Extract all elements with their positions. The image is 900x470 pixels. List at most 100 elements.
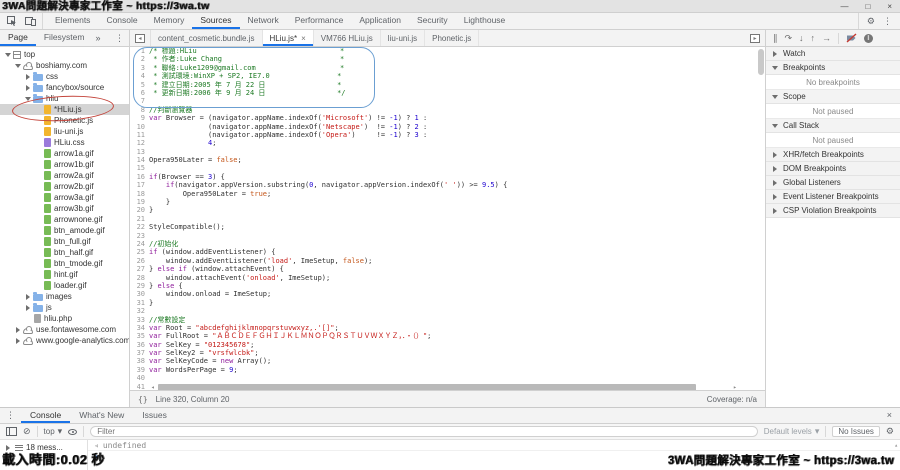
tree-item-arrow2a-gif[interactable]: arrow2a.gif bbox=[0, 170, 129, 181]
devtools-tab-lighthouse[interactable]: Lighthouse bbox=[456, 13, 514, 29]
tree-item-phonetic-js[interactable]: Phonetic.js bbox=[0, 115, 129, 126]
navigator-menu-icon[interactable]: ⋮ bbox=[110, 30, 129, 46]
devtools-tab-application[interactable]: Application bbox=[351, 13, 409, 29]
devtools-tab-performance[interactable]: Performance bbox=[287, 13, 352, 29]
expander-icon[interactable] bbox=[24, 97, 32, 101]
close-tab-icon[interactable]: × bbox=[301, 34, 306, 43]
tree-item-hliu-js[interactable]: *HLiu.js bbox=[0, 104, 129, 115]
expander-icon[interactable] bbox=[14, 338, 22, 344]
tree-item-use-fontawesome-com[interactable]: use.fontawesome.com bbox=[0, 324, 129, 335]
drawer-menu-icon[interactable]: ⋮ bbox=[0, 408, 21, 423]
line-number[interactable]: 39 bbox=[130, 366, 149, 374]
line-number[interactable]: 13 bbox=[130, 148, 149, 156]
debugger-section-csp-violation-breakpoints[interactable]: CSP Violation Breakpoints bbox=[766, 204, 900, 218]
step-into-icon[interactable]: ↓ bbox=[799, 34, 804, 43]
tree-item-www-google-analytics-com[interactable]: www.google-analytics.com bbox=[0, 335, 129, 346]
line-number[interactable]: 8 bbox=[130, 106, 149, 114]
line-number[interactable]: 19 bbox=[130, 198, 149, 206]
line-number[interactable]: 37 bbox=[130, 349, 149, 357]
expander-icon[interactable] bbox=[4, 53, 12, 57]
expander-icon[interactable] bbox=[4, 445, 12, 451]
expander-icon[interactable] bbox=[14, 327, 22, 333]
line-number[interactable]: 20 bbox=[130, 206, 149, 214]
tree-item-btn-amode-gif[interactable]: btn_amode.gif bbox=[0, 225, 129, 236]
debugger-section-breakpoints[interactable]: Breakpoints bbox=[766, 61, 900, 75]
console-filter-input[interactable] bbox=[90, 426, 758, 437]
line-number[interactable]: 31 bbox=[130, 299, 149, 307]
close-icon[interactable]: × bbox=[887, 0, 892, 13]
devtools-tab-security[interactable]: Security bbox=[409, 13, 456, 29]
line-number[interactable]: 15 bbox=[130, 164, 149, 172]
console-scroll-up-icon[interactable]: ▴ bbox=[894, 442, 898, 449]
drawer-tab-console[interactable]: Console bbox=[21, 408, 70, 423]
line-number[interactable]: 38 bbox=[130, 357, 149, 365]
line-number[interactable]: 21 bbox=[130, 215, 149, 223]
tree-item-arrow1b-gif[interactable]: arrow1b.gif bbox=[0, 159, 129, 170]
tree-item-arrow1a-gif[interactable]: arrow1a.gif bbox=[0, 148, 129, 159]
debugger-section-dom-breakpoints[interactable]: DOM Breakpoints bbox=[766, 162, 900, 176]
tree-item-images[interactable]: images bbox=[0, 291, 129, 302]
tree-item-fancybox-source[interactable]: fancybox/source bbox=[0, 82, 129, 93]
minimize-icon[interactable]: — bbox=[840, 0, 848, 13]
console-prompt-row[interactable]: › bbox=[88, 451, 900, 462]
live-expression-eye-icon[interactable] bbox=[68, 429, 77, 435]
line-number[interactable]: 11 bbox=[130, 131, 149, 139]
expander-icon[interactable] bbox=[24, 305, 32, 311]
editor-tab-hliu-js[interactable]: HLiu.js*× bbox=[263, 30, 314, 46]
pause-script-icon[interactable]: ∥ bbox=[773, 34, 778, 43]
line-number[interactable]: 40 bbox=[130, 374, 149, 382]
maximize-icon[interactable]: □ bbox=[865, 0, 870, 13]
devtools-tab-sources[interactable]: Sources bbox=[192, 13, 239, 29]
clear-console-icon[interactable]: ⊘ bbox=[23, 427, 31, 436]
tree-item-btn-tmode-gif[interactable]: btn_tmode.gif bbox=[0, 258, 129, 269]
line-number[interactable]: 1 bbox=[130, 47, 149, 55]
console-settings-gear-icon[interactable]: ⚙ bbox=[886, 427, 894, 436]
line-number[interactable]: 25 bbox=[130, 248, 149, 256]
tree-item-liu-uni-js[interactable]: liu-uni.js bbox=[0, 126, 129, 137]
line-number[interactable]: 34 bbox=[130, 324, 149, 332]
line-number[interactable]: 26 bbox=[130, 257, 149, 265]
devtools-tab-memory[interactable]: Memory bbox=[146, 13, 193, 29]
tree-item-top[interactable]: top bbox=[0, 49, 129, 60]
scroll-left-icon[interactable]: ◂ bbox=[151, 383, 155, 390]
devtools-menu-icon[interactable]: ⋮ bbox=[883, 17, 892, 26]
horizontal-scroll-thumb[interactable] bbox=[158, 384, 697, 390]
line-number[interactable]: 22 bbox=[130, 223, 149, 231]
code-editor[interactable]: 1/* 標題:HLiu *2 * 作者:Luke Chang *3 * 聯絡:L… bbox=[130, 47, 765, 390]
tree-item-arrow3b-gif[interactable]: arrow3b.gif bbox=[0, 203, 129, 214]
debugger-section-scope[interactable]: Scope bbox=[766, 90, 900, 104]
navigator-tab-page[interactable]: Page bbox=[0, 30, 36, 46]
devtools-tab-console[interactable]: Console bbox=[98, 13, 145, 29]
devtools-tab-elements[interactable]: Elements bbox=[47, 13, 98, 29]
line-number[interactable]: 18 bbox=[130, 190, 149, 198]
tree-item-btn-full-gif[interactable]: btn_full.gif bbox=[0, 236, 129, 247]
line-number[interactable]: 28 bbox=[130, 274, 149, 282]
expander-icon[interactable] bbox=[24, 294, 32, 300]
vertical-scroll-thumb[interactable] bbox=[758, 49, 764, 75]
toggle-navigator-icon[interactable]: ◂ bbox=[130, 30, 151, 46]
debugger-section-watch[interactable]: Watch bbox=[766, 47, 900, 61]
tree-item-btn-half-gif[interactable]: btn_half.gif bbox=[0, 247, 129, 258]
navigator-tab-filesystem[interactable]: Filesystem bbox=[36, 30, 93, 46]
horizontal-scrollbar[interactable]: ◂ ▸ bbox=[149, 383, 765, 390]
step-icon[interactable]: → bbox=[822, 34, 831, 43]
line-number[interactable]: 6 bbox=[130, 89, 149, 97]
line-number[interactable]: 4 bbox=[130, 72, 149, 80]
step-over-icon[interactable]: ↷ bbox=[785, 34, 793, 43]
line-number[interactable]: 29 bbox=[130, 282, 149, 290]
deactivate-breakpoints-icon[interactable] bbox=[846, 33, 857, 43]
pause-on-exceptions-icon[interactable]: ∥ bbox=[864, 34, 873, 43]
line-number[interactable]: 30 bbox=[130, 290, 149, 298]
debugger-section-xhr-fetch-breakpoints[interactable]: XHR/fetch Breakpoints bbox=[766, 148, 900, 162]
scroll-right-icon[interactable]: ▸ bbox=[733, 383, 737, 390]
tree-item-loader-gif[interactable]: loader.gif bbox=[0, 280, 129, 291]
issues-counter[interactable]: No Issues bbox=[832, 426, 880, 437]
line-number[interactable]: 35 bbox=[130, 332, 149, 340]
console-messages-group[interactable]: 18 mess... bbox=[0, 442, 87, 453]
line-number[interactable]: 9 bbox=[130, 114, 149, 122]
line-number[interactable]: 23 bbox=[130, 232, 149, 240]
editor-tab-vm766-hliu-js[interactable]: VM766 HLiu.js bbox=[314, 30, 381, 46]
log-levels-selector[interactable]: Default levels ▾ bbox=[764, 427, 820, 436]
tree-item-arrownone-gif[interactable]: arrownone.gif bbox=[0, 214, 129, 225]
line-number[interactable]: 14 bbox=[130, 156, 149, 164]
